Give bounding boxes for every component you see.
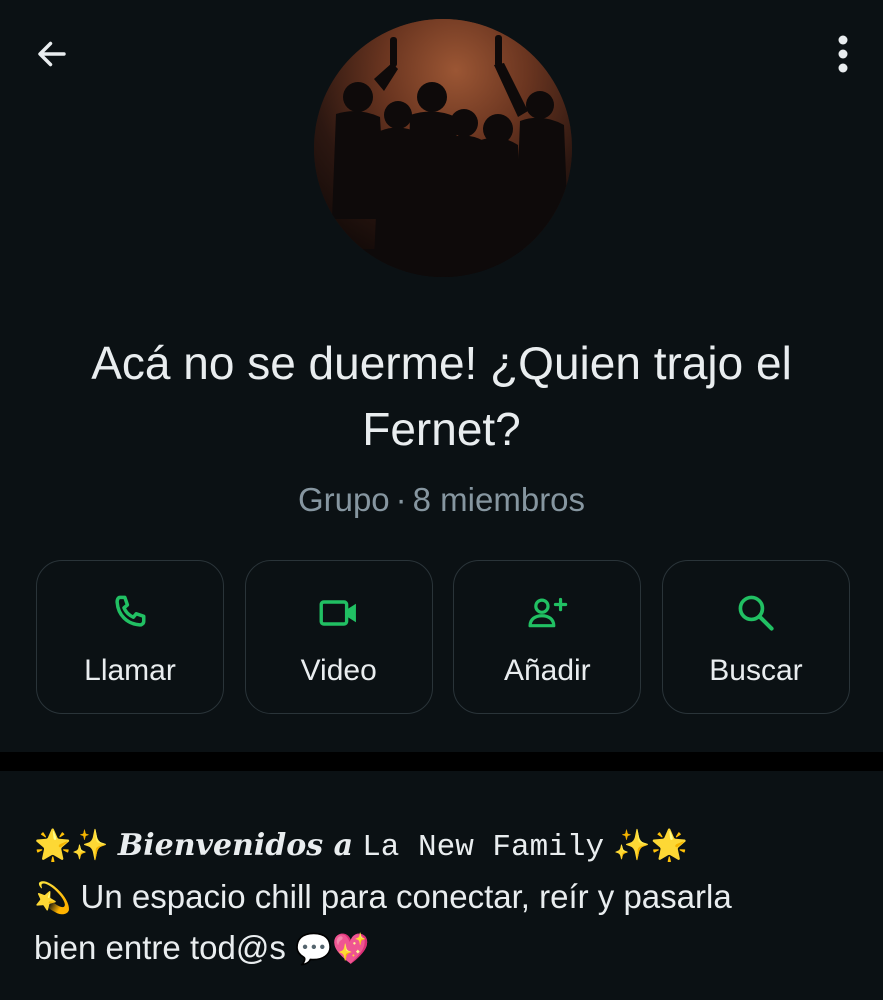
group-title: Acá no se duerme! ¿Quien trajo el Fernet… xyxy=(91,337,792,455)
search-icon xyxy=(734,591,778,635)
phone-icon xyxy=(108,591,152,635)
group-subtitle: Grupo · 8 miembros xyxy=(0,478,883,522)
call-label: Llamar xyxy=(84,654,176,687)
description-line-3: bien entre tod@s 💬💖 xyxy=(34,923,854,974)
search-button[interactable]: Buscar xyxy=(661,560,850,714)
dizzy-emoji: 💫 xyxy=(34,882,72,915)
speech-heart-emoji: 💬💖 xyxy=(295,933,370,966)
add-person-icon xyxy=(525,591,569,635)
group-avatar[interactable] xyxy=(314,19,572,277)
description-text-1: Un espacio chill para conectar, reír y p… xyxy=(80,878,732,915)
add-button[interactable]: Añadir xyxy=(453,560,642,714)
group-description: 🌟✨ Bienvenidos a La New Family ✨🌟 💫 Un e… xyxy=(34,819,854,974)
more-vertical-icon xyxy=(838,35,848,73)
star-sparkle-emoji: 🌟✨ xyxy=(34,829,109,862)
group-info-screen: Acá no se duerme! ¿Quien trajo el Fernet… xyxy=(0,0,883,1000)
group-header-section: Acá no se duerme! ¿Quien trajo el Fernet… xyxy=(0,0,883,752)
family-name-text: La New Family xyxy=(362,830,605,865)
description-line-2: 💫 Un espacio chill para conectar, reír y… xyxy=(34,872,854,923)
more-options-button[interactable] xyxy=(825,30,861,78)
group-type: Grupo xyxy=(297,481,390,518)
subtitle-separator: · xyxy=(395,481,407,518)
group-silhouette-photo xyxy=(314,19,572,277)
sparkle-star-emoji: ✨🌟 xyxy=(613,829,688,862)
call-button[interactable]: Llamar xyxy=(36,560,224,714)
welcome-text: Bienvenidos a xyxy=(117,828,354,863)
description-text-2: bien entre tod@s xyxy=(34,929,286,966)
back-button[interactable] xyxy=(28,30,76,78)
action-buttons-row: Llamar Video Añadir Buscar xyxy=(36,560,850,716)
group-description-section[interactable]: 🌟✨ Bienvenidos a La New Family ✨🌟 💫 Un e… xyxy=(0,771,883,1000)
video-button[interactable]: Video xyxy=(244,560,433,714)
video-label: Video xyxy=(300,654,377,687)
arrow-left-icon xyxy=(38,41,66,67)
description-line-1: 🌟✨ Bienvenidos a La New Family ✨🌟 xyxy=(34,819,854,872)
add-label: Añadir xyxy=(503,654,591,687)
search-label: Buscar xyxy=(709,654,803,687)
member-count[interactable]: 8 miembros xyxy=(413,481,585,518)
section-divider xyxy=(0,752,883,771)
video-icon xyxy=(317,591,361,635)
